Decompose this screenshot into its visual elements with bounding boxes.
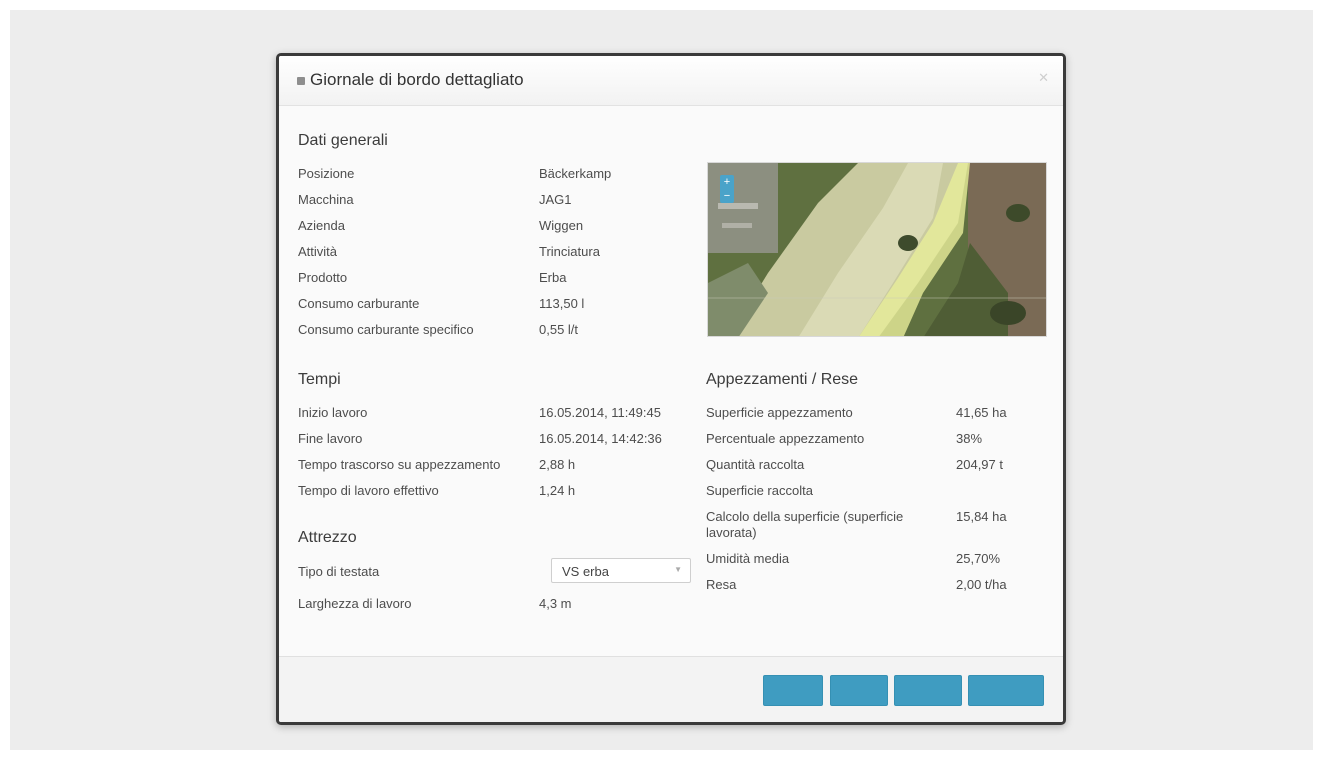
- harvested-quantity-label: Quantità raccolta: [706, 457, 805, 472]
- zoom-in-button[interactable]: +: [720, 175, 734, 189]
- farm-label: Azienda: [298, 218, 345, 233]
- fuel-consumption-label: Consumo carburante: [298, 296, 420, 311]
- field-map[interactable]: + −: [707, 162, 1047, 337]
- product-label: Prodotto: [298, 270, 348, 285]
- footer-button-4[interactable]: [968, 675, 1044, 706]
- harvested-area-label: Superficie raccolta: [706, 483, 813, 498]
- fields-section-title: Appezzamenti / Rese: [706, 371, 859, 388]
- fuel-consumption-value: 113,50 l: [539, 296, 585, 311]
- dialog-titlebar: Giornale di bordo dettagliato ✕: [279, 56, 1063, 106]
- avg-moisture-value: 25,70%: [956, 551, 1001, 566]
- working-width-value: 4,3 m: [539, 596, 572, 611]
- yield-label: Resa: [706, 577, 737, 592]
- activity-value: Trinciatura: [539, 244, 600, 259]
- time-on-field-value: 2,88 h: [539, 457, 576, 472]
- field-percentage-label: Percentuale appezzamento: [706, 431, 865, 446]
- footer-button-3[interactable]: [894, 675, 962, 706]
- position-label: Posizione: [298, 166, 355, 181]
- logbook-dialog: Giornale di bordo dettagliato ✕ Dati gen…: [276, 53, 1066, 725]
- window-icon: [297, 77, 305, 85]
- footer-button-2[interactable]: [830, 675, 888, 706]
- work-end-label: Fine lavoro: [298, 431, 363, 446]
- specific-fuel-label: Consumo carburante specifico: [298, 322, 474, 337]
- zoom-control[interactable]: + −: [720, 175, 734, 203]
- time-on-field-label: Tempo trascorso su appezzamento: [298, 457, 501, 472]
- dialog-title: Giornale di bordo dettagliato: [310, 70, 524, 89]
- general-section-title: Dati generali: [298, 132, 388, 149]
- header-type-label: Tipo di testata: [298, 564, 380, 579]
- farm-value: Wiggen: [539, 218, 584, 233]
- activity-label: Attività: [298, 244, 338, 259]
- effective-work-time-label: Tempo di lavoro effettivo: [298, 483, 439, 498]
- harvested-quantity-value: 204,97 t: [956, 457, 1003, 472]
- working-width-label: Larghezza di lavoro: [298, 596, 412, 611]
- close-icon[interactable]: ✕: [1038, 70, 1049, 86]
- machine-label: Macchina: [298, 192, 354, 207]
- work-start-value: 16.05.2014, 11:49:45: [539, 405, 661, 420]
- zoom-out-button[interactable]: −: [720, 189, 734, 203]
- effective-work-time-value: 1,24 h: [539, 483, 576, 498]
- satellite-image: [708, 163, 1046, 336]
- field-area-value: 41,65 ha: [956, 405, 1007, 420]
- dialog-footer: [279, 656, 1063, 722]
- header-type-select[interactable]: VS erba ▼: [551, 558, 691, 583]
- product-value: Erba: [539, 270, 567, 285]
- field-percentage-value: 38%: [956, 431, 983, 446]
- yield-value: 2,00 t/ha: [956, 577, 1007, 592]
- footer-button-1[interactable]: [763, 675, 823, 706]
- area-calculation-value: 15,84 ha: [956, 509, 1007, 524]
- header-type-value: VS erba: [562, 564, 609, 579]
- area-calculation-label: Calcolo della superficie (superficie lav…: [706, 509, 904, 540]
- times-section-title: Tempi: [298, 371, 341, 388]
- position-value: Bäckerkamp: [539, 166, 612, 181]
- specific-fuel-value: 0,55 l/t: [539, 322, 579, 337]
- avg-moisture-label: Umidità media: [706, 551, 790, 566]
- machine-value: JAG1: [539, 192, 572, 207]
- field-area-label: Superficie appezzamento: [706, 405, 853, 420]
- chevron-down-icon: ▼: [674, 565, 682, 574]
- work-start-label: Inizio lavoro: [298, 405, 368, 420]
- work-end-value: 16.05.2014, 14:42:36: [539, 431, 662, 446]
- tool-section-title: Attrezzo: [298, 529, 357, 546]
